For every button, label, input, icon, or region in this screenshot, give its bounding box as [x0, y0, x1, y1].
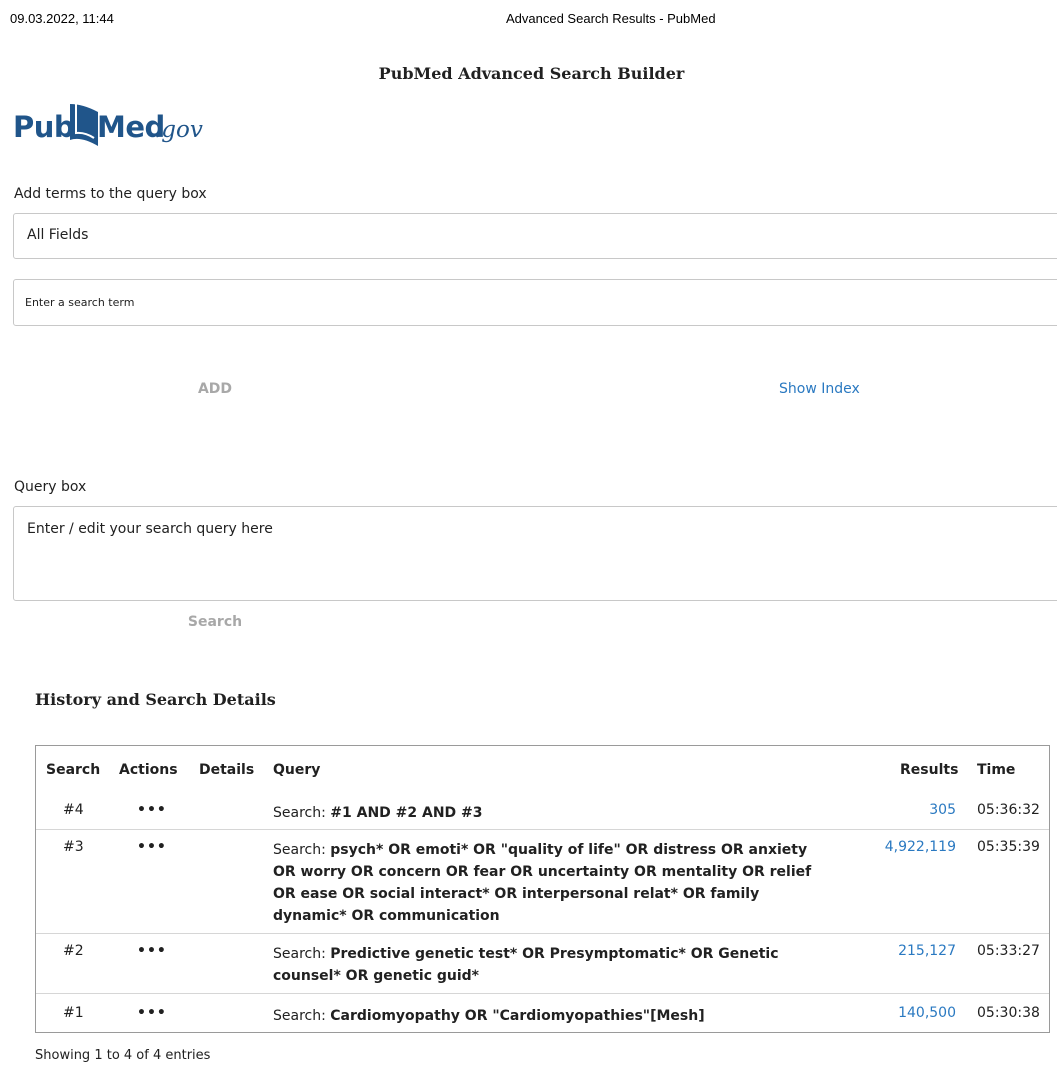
- print-header: 09.03.2022, 11:44 Advanced Search Result…: [0, 11, 1057, 31]
- query-value: Predictive genetic test* OR Presymptomat…: [273, 946, 779, 984]
- add-button[interactable]: ADD: [180, 381, 250, 397]
- query-text: Search: psych* OR emoti* OR "quality of …: [273, 839, 833, 927]
- query-box-input[interactable]: [13, 506, 1057, 601]
- header-search[interactable]: Search: [46, 762, 100, 778]
- history-title: History and Search Details: [35, 690, 276, 709]
- search-number: #1: [63, 1005, 84, 1021]
- add-terms-label: Add terms to the query box: [14, 186, 207, 202]
- actions-menu-button[interactable]: •••: [137, 943, 167, 959]
- search-time: 05:36:32: [977, 802, 1040, 818]
- query-value: psych* OR emoti* OR "quality of life" OR…: [273, 842, 812, 924]
- book-icon: [70, 104, 98, 146]
- query-value: Cardiomyopathy OR "Cardiomyopathies"[Mes…: [330, 1008, 705, 1024]
- field-select[interactable]: All Fields: [13, 213, 1057, 259]
- query-prefix: Search:: [273, 1008, 331, 1024]
- header-results[interactable]: Results: [900, 762, 958, 778]
- row-divider: [36, 993, 1049, 994]
- header-details: Details: [199, 762, 255, 778]
- history-table: Search Actions Details Query Results Tim…: [35, 745, 1050, 1033]
- results-link[interactable]: 4,922,119: [885, 839, 956, 855]
- logo-text-gov: .gov: [154, 117, 203, 143]
- query-prefix: Search:: [273, 842, 331, 858]
- search-number: #4: [63, 802, 84, 818]
- results-link[interactable]: 215,127: [898, 943, 956, 959]
- header-query: Query: [273, 762, 321, 778]
- search-button[interactable]: Search: [180, 614, 250, 630]
- page-title: PubMed Advanced Search Builder: [378, 64, 685, 83]
- header-time[interactable]: Time: [977, 762, 1015, 778]
- search-number: #2: [63, 943, 84, 959]
- logo-text-pub: Pub: [13, 110, 75, 144]
- query-prefix: Search:: [273, 805, 331, 821]
- actions-menu-button[interactable]: •••: [137, 839, 167, 855]
- show-index-link[interactable]: Show Index: [779, 381, 860, 397]
- query-prefix: Search:: [273, 946, 331, 962]
- query-box-label: Query box: [14, 479, 87, 495]
- print-title: Advanced Search Results - PubMed: [506, 11, 716, 26]
- query-text: Search: Predictive genetic test* OR Pres…: [273, 943, 833, 987]
- search-time: 05:33:27: [977, 943, 1040, 959]
- field-select-value: All Fields: [27, 227, 89, 243]
- header-actions: Actions: [119, 762, 178, 778]
- actions-menu-button[interactable]: •••: [137, 802, 167, 818]
- query-value: #1 AND #2 AND #3: [330, 805, 483, 821]
- pubmed-logo[interactable]: Pub Med .gov: [13, 98, 243, 154]
- entries-info: Showing 1 to 4 of 4 entries: [35, 1048, 211, 1063]
- query-text: Search: #1 AND #2 AND #3: [273, 802, 833, 824]
- search-term-input[interactable]: [13, 279, 1057, 326]
- search-time: 05:35:39: [977, 839, 1040, 855]
- print-date: 09.03.2022, 11:44: [10, 11, 114, 26]
- row-divider: [36, 933, 1049, 934]
- row-divider: [36, 829, 1049, 830]
- query-text: Search: Cardiomyopathy OR "Cardiomyopath…: [273, 1005, 833, 1027]
- results-link[interactable]: 140,500: [898, 1005, 956, 1021]
- search-time: 05:30:38: [977, 1005, 1040, 1021]
- results-link[interactable]: 305: [929, 802, 956, 818]
- actions-menu-button[interactable]: •••: [137, 1005, 167, 1021]
- search-number: #3: [63, 839, 84, 855]
